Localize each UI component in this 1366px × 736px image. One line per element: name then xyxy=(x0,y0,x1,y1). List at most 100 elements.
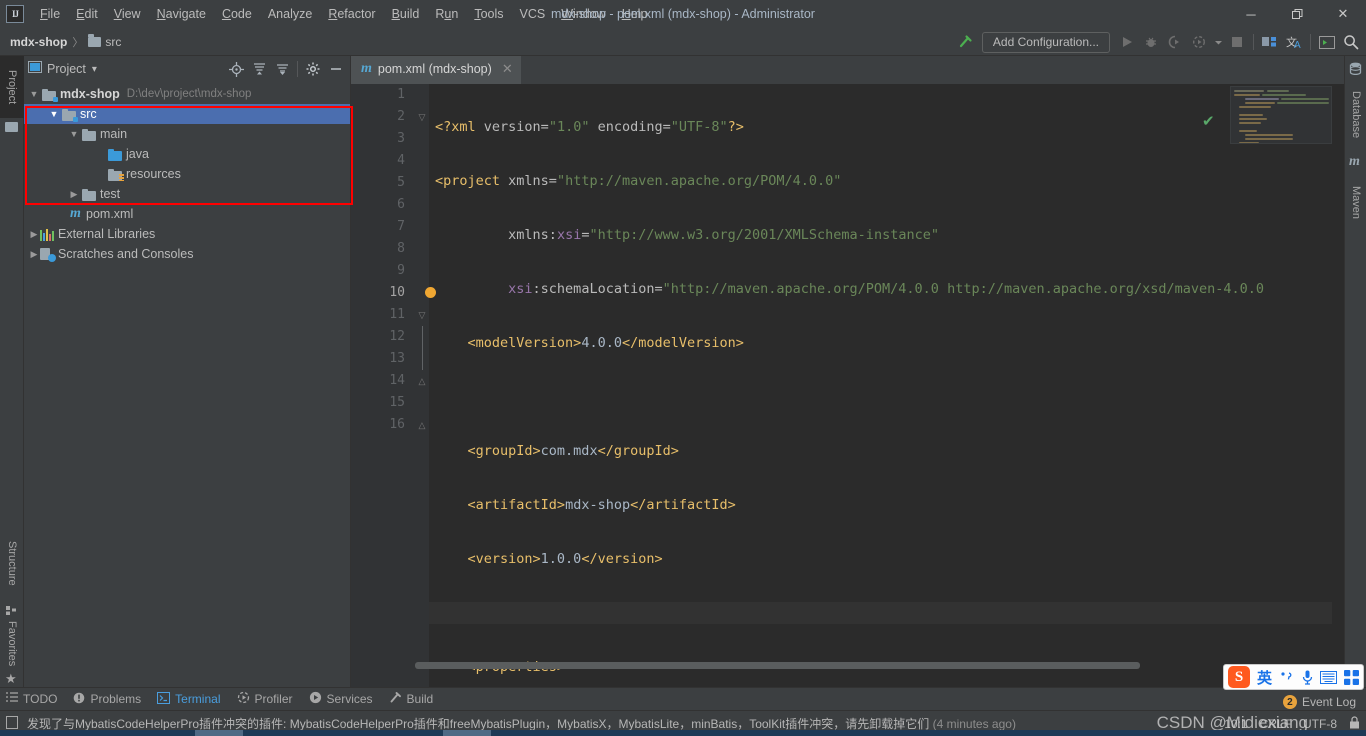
file-encoding[interactable]: UTF-8 xyxy=(1303,717,1337,731)
close-button[interactable]: ✕ xyxy=(1320,0,1366,28)
chevron-collapsed-icon[interactable]: ▶ xyxy=(68,188,80,200)
expand-all-icon[interactable] xyxy=(249,59,269,79)
check-ok-icon[interactable]: ✔ xyxy=(1202,115,1216,129)
locate-target-icon[interactable] xyxy=(226,59,246,79)
breadcrumb-project[interactable]: mdx-shop xyxy=(10,35,67,49)
menu-item-view[interactable]: View xyxy=(106,4,149,24)
fold-marker-icon[interactable]: △ xyxy=(417,414,427,436)
event-log-button[interactable]: 2 Event Log xyxy=(1283,695,1356,709)
code-folding-gutter[interactable]: ▽ ▽ △ △ xyxy=(415,84,429,687)
project-structure-icon[interactable] xyxy=(1259,31,1281,53)
scrollbar-thumb[interactable] xyxy=(415,662,1140,669)
fold-marker-icon[interactable]: △ xyxy=(417,370,427,392)
line-number: 1 xyxy=(351,84,415,106)
code-minimap[interactable] xyxy=(1230,86,1332,144)
taskbar-item[interactable] xyxy=(195,730,243,736)
chevron-expanded-icon[interactable]: ▼ xyxy=(28,88,40,100)
tree-row-resources[interactable]: resources xyxy=(24,164,350,184)
menu-item-help[interactable]: Help xyxy=(614,4,656,24)
menu-item-code[interactable]: Code xyxy=(214,4,260,24)
tree-row-scratches[interactable]: ▶ Scratches and Consoles xyxy=(24,244,350,264)
build-hammer-icon[interactable] xyxy=(954,31,976,53)
search-everywhere-icon[interactable] xyxy=(1340,31,1362,53)
ime-mode-label[interactable]: 英 xyxy=(1257,667,1272,688)
editor-vertical-scrollbar[interactable] xyxy=(1332,84,1344,687)
sidebar-item-project[interactable]: Project xyxy=(0,56,24,118)
folder-icon xyxy=(82,188,97,201)
chevron-expanded-icon[interactable]: ▼ xyxy=(48,108,60,120)
tree-row-src[interactable]: ▼ src xyxy=(24,104,350,124)
menu-item-analyze[interactable]: Analyze xyxy=(260,4,320,24)
code-editor[interactable]: 1 2 3 4 5 6 7 8 9 10 11 12 13 14 15 16 ▽… xyxy=(351,84,1344,687)
add-configuration-button[interactable]: Add Configuration... xyxy=(982,32,1110,53)
tree-row-pom-xml[interactable]: m pom.xml xyxy=(24,204,350,224)
tool-window-todo[interactable]: TODO xyxy=(6,692,57,706)
chevron-collapsed-icon[interactable]: ▶ xyxy=(28,248,40,260)
menu-item-vcs[interactable]: VCS xyxy=(512,4,554,24)
scratches-icon xyxy=(40,248,55,261)
run-icon[interactable] xyxy=(1116,31,1138,53)
project-tree[interactable]: ▼ mdx-shop D:\dev\project\mdx-shop ▼ src… xyxy=(24,82,350,687)
punctuation-icon[interactable] xyxy=(1279,670,1295,684)
sidebar-item-maven[interactable]: Maven xyxy=(1344,174,1366,232)
chevron-expanded-icon[interactable]: ▼ xyxy=(68,128,80,140)
fold-marker-icon[interactable]: ▽ xyxy=(417,304,427,326)
minimize-button[interactable]: ─ xyxy=(1228,0,1274,28)
sidebar-item-database[interactable]: Database xyxy=(1344,80,1366,150)
editor-horizontal-scrollbar[interactable] xyxy=(415,662,1332,669)
menu-item-tools[interactable]: Tools xyxy=(466,4,511,24)
tree-row-test[interactable]: ▶ test xyxy=(24,184,350,204)
settings-gear-icon[interactable] xyxy=(303,59,323,79)
soft-keyboard-icon[interactable] xyxy=(1320,671,1337,684)
sidebar-item-structure[interactable]: Structure xyxy=(0,527,24,599)
menu-item-build[interactable]: Build xyxy=(384,4,428,24)
menu-item-file[interactable]: File xyxy=(32,4,68,24)
chevron-down-icon[interactable] xyxy=(1212,31,1224,53)
sidebar-item-favorites[interactable]: Favorites xyxy=(0,613,24,675)
translate-icon[interactable]: 文A xyxy=(1283,31,1305,53)
toolbox-icon[interactable] xyxy=(1344,670,1359,685)
intention-bulb-icon[interactable] xyxy=(425,287,436,298)
taskbar-item[interactable] xyxy=(443,730,491,736)
menu-item-refactor[interactable]: Refactor xyxy=(320,4,383,24)
voice-input-icon[interactable] xyxy=(1302,670,1313,685)
tool-window-services[interactable]: Services xyxy=(309,691,373,707)
terminal-icon[interactable] xyxy=(1316,31,1338,53)
code-line: <version>1.0.0</version> xyxy=(429,548,1344,570)
line-separator[interactable]: CRLF xyxy=(1260,717,1291,731)
collapse-all-icon[interactable] xyxy=(272,59,292,79)
code-content[interactable]: <?xml version="1.0" encoding="UTF-8"?> <… xyxy=(429,84,1344,687)
menu-item-run[interactable]: Run xyxy=(427,4,466,24)
caret-position[interactable]: 10:1 xyxy=(1224,717,1247,731)
tree-row-java[interactable]: java xyxy=(24,144,350,164)
tool-window-profiler[interactable]: Profiler xyxy=(237,691,293,707)
tool-window-problems[interactable]: Problems xyxy=(73,692,141,707)
code-line: <artifactId>mdx-shop</artifactId> xyxy=(429,494,1344,516)
restore-button[interactable] xyxy=(1274,0,1320,28)
tree-row-module[interactable]: ▼ mdx-shop D:\dev\project\mdx-shop xyxy=(24,84,350,104)
sogou-ime-logo-icon[interactable]: S xyxy=(1228,666,1250,688)
tree-row-main[interactable]: ▼ main xyxy=(24,124,350,144)
tree-row-external-libraries[interactable]: ▶ External Libraries xyxy=(24,224,350,244)
profile-icon[interactable] xyxy=(1188,31,1210,53)
run-coverage-icon[interactable] xyxy=(1164,31,1186,53)
chevron-collapsed-icon[interactable]: ▶ xyxy=(28,228,40,240)
breadcrumb-src[interactable]: src xyxy=(105,35,121,49)
maven-file-icon: m xyxy=(361,61,372,77)
menu-item-edit[interactable]: Edit xyxy=(68,4,106,24)
tool-window-build[interactable]: Build xyxy=(389,691,434,707)
fold-marker-icon[interactable]: ▽ xyxy=(417,106,427,128)
menu-item-window[interactable]: Window xyxy=(553,4,613,24)
stop-icon[interactable] xyxy=(1226,31,1248,53)
windows-taskbar xyxy=(0,730,1366,736)
menu-item-navigate[interactable]: Navigate xyxy=(149,4,214,24)
ime-toolbar[interactable]: S 英 xyxy=(1223,664,1364,690)
hide-panel-icon[interactable] xyxy=(326,59,346,79)
debug-icon[interactable] xyxy=(1140,31,1162,53)
project-panel-header: Project ▾ xyxy=(24,56,350,82)
close-tab-icon[interactable]: ✕ xyxy=(502,61,513,77)
tab-pom-xml[interactable]: m pom.xml (mdx-shop) ✕ xyxy=(351,56,521,84)
tool-window-terminal[interactable]: Terminal xyxy=(157,692,220,707)
chevron-down-icon[interactable]: ▾ xyxy=(92,64,97,75)
code-line: <modelVersion>4.0.0</modelVersion> xyxy=(429,332,1344,354)
